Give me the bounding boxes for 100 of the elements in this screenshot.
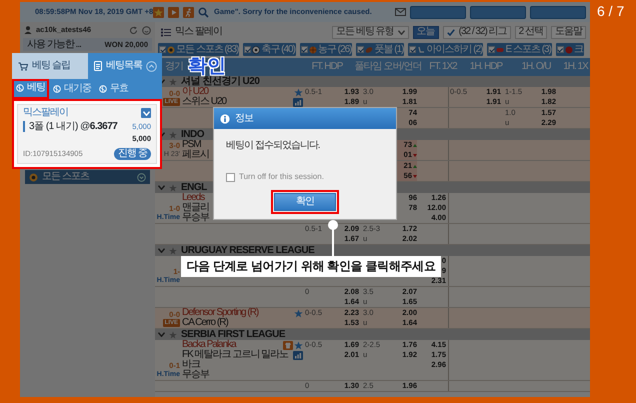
cart-icon <box>18 62 28 70</box>
team-name: 무승부 <box>182 213 209 223</box>
sport-tab[interactable]: 아이스하키 (2) <box>408 43 484 56</box>
checkbox[interactable] <box>357 46 364 53</box>
callout-text: 다음 단계로 넘어가기 위해 확인을 클릭해주세요 <box>181 256 441 277</box>
user-icon <box>24 26 32 34</box>
column-header: 풀타임 오버/언더 <box>354 61 422 73</box>
refresh-icon[interactable] <box>129 26 138 34</box>
dialog-message: 베팅이 접수되었습니다. <box>226 141 321 151</box>
chevron-down-icon <box>158 185 165 190</box>
slide-counter: 6 / 7 <box>597 3 624 19</box>
league-name: INDO <box>181 130 204 140</box>
balance-label: 사용 가능한 ... <box>27 40 81 50</box>
chevron-down-icon <box>158 248 165 253</box>
play-icon[interactable] <box>168 6 179 18</box>
panel-subtab[interactable]: 베팅 <box>12 79 49 99</box>
soccer-ball-icon <box>252 46 260 54</box>
smiley-icon[interactable] <box>142 26 151 34</box>
sports-ball-icon <box>29 172 38 182</box>
star-icon[interactable] <box>294 88 303 96</box>
ball-icon <box>16 84 24 92</box>
sport-tab[interactable]: 풋볼 (1) <box>356 43 404 56</box>
confirm-button[interactable]: 확인 <box>274 193 336 211</box>
team-name: CA Cerro (R) <box>182 318 228 328</box>
panel-tab[interactable]: 베팅 슬립 <box>12 53 88 79</box>
star-icon[interactable] <box>169 184 177 192</box>
envelope-icon[interactable] <box>395 8 406 16</box>
shirt-icon[interactable] <box>283 340 293 350</box>
down-arrow-icon <box>413 154 417 156</box>
sport-tab[interactable]: E 스포츠 (3) <box>487 43 552 56</box>
league-name: SERBIA FIRST LEAGUE <box>181 330 286 340</box>
star-icon[interactable] <box>169 78 177 86</box>
checkbox[interactable] <box>244 46 252 53</box>
panel-subtab[interactable]: 대기중 <box>49 79 95 99</box>
sports-ball-icon <box>167 46 175 54</box>
sport-tab[interactable]: 크 <box>556 43 584 56</box>
bet-detail: 3폴 (1 내기) @6.3677 <box>29 122 118 132</box>
football-icon <box>365 46 374 54</box>
search-icon[interactable] <box>198 6 209 18</box>
bar-chart-icon[interactable] <box>293 350 303 360</box>
star-icon[interactable] <box>169 130 177 138</box>
runner-icon[interactable] <box>183 6 194 18</box>
ball-icon <box>53 85 61 93</box>
star-icon[interactable] <box>169 246 177 254</box>
chevron-circle-icon <box>137 172 146 182</box>
team-name: 아 U20 <box>182 87 208 97</box>
team-name: Backa Palanka <box>182 340 236 350</box>
star-icon[interactable] <box>294 308 303 318</box>
ball-icon <box>564 46 573 54</box>
panel-tab[interactable]: 베팅목록 <box>88 53 163 79</box>
filter-button[interactable]: 도움말 <box>551 26 586 38</box>
team-name: PSM <box>182 140 201 150</box>
filter-button[interactable]: 오늘 <box>412 26 439 38</box>
dropdown-toggle[interactable] <box>141 108 151 118</box>
star-icon[interactable] <box>153 6 164 18</box>
column-header: FT. HDP <box>310 61 344 73</box>
checkbox[interactable] <box>159 46 166 53</box>
hockey-stick-icon <box>417 46 426 54</box>
checkbox[interactable] <box>556 46 564 53</box>
header-button[interactable] <box>410 6 466 18</box>
collapse-icon[interactable] <box>146 60 157 72</box>
chevron-down-icon <box>158 332 165 337</box>
league-name: URUGUAY RESERVE LEAGUE <box>181 246 314 256</box>
team-name: FK 메탈라크 고르니 밀라노바크 <box>182 350 290 370</box>
ball-icon <box>99 85 107 93</box>
sport-tab[interactable]: 농구 (26) <box>300 43 352 56</box>
checkbox[interactable] <box>409 46 416 53</box>
column-header: 1H. O/U <box>520 61 552 73</box>
checkbox[interactable] <box>226 172 235 182</box>
filter-button[interactable]: 2 선택 <box>514 26 547 38</box>
star-icon[interactable] <box>294 340 303 350</box>
gamepad-icon <box>496 46 504 54</box>
team-name: Defensor Sporting (R) <box>182 308 258 318</box>
header-button[interactable] <box>530 6 586 18</box>
all-sports-bar[interactable]: 모든 스포츠 <box>25 170 150 184</box>
all-sports-label: 모든 스포츠 <box>42 172 89 182</box>
bar-chart-icon[interactable] <box>293 98 303 106</box>
column-header: FT. 1X2 <box>428 61 458 73</box>
filter-button[interactable]: (32 / 32) 리그 <box>442 26 511 38</box>
basketball-icon <box>308 46 317 54</box>
down-arrow-icon <box>413 174 417 178</box>
column-header: 경기 <box>165 61 183 73</box>
checkbox[interactable] <box>300 46 308 53</box>
column-header: 1H. 1X <box>562 61 590 73</box>
up-arrow-icon <box>413 144 417 146</box>
up-arrow-icon <box>413 164 417 168</box>
team-name: Leeds <box>182 193 204 203</box>
sport-tab[interactable]: 축구 (40) <box>243 43 296 56</box>
filter-dropdown[interactable]: 모든 베팅 유형 <box>332 26 409 38</box>
caret-icon <box>398 30 405 34</box>
checkbox[interactable] <box>488 46 496 53</box>
team-name: 스위스 U20 <box>182 97 226 107</box>
team-name: 맨글리 <box>182 203 209 213</box>
sport-tab[interactable]: 모든 스포츠 (83) <box>158 43 240 56</box>
header-button[interactable] <box>470 6 526 18</box>
star-icon[interactable] <box>169 330 177 338</box>
page-title: 믹스 팔레이 <box>175 27 222 37</box>
team-name: 페르시 <box>182 150 209 160</box>
panel-subtab[interactable]: 무효 <box>95 79 132 99</box>
check-icon <box>446 28 455 36</box>
